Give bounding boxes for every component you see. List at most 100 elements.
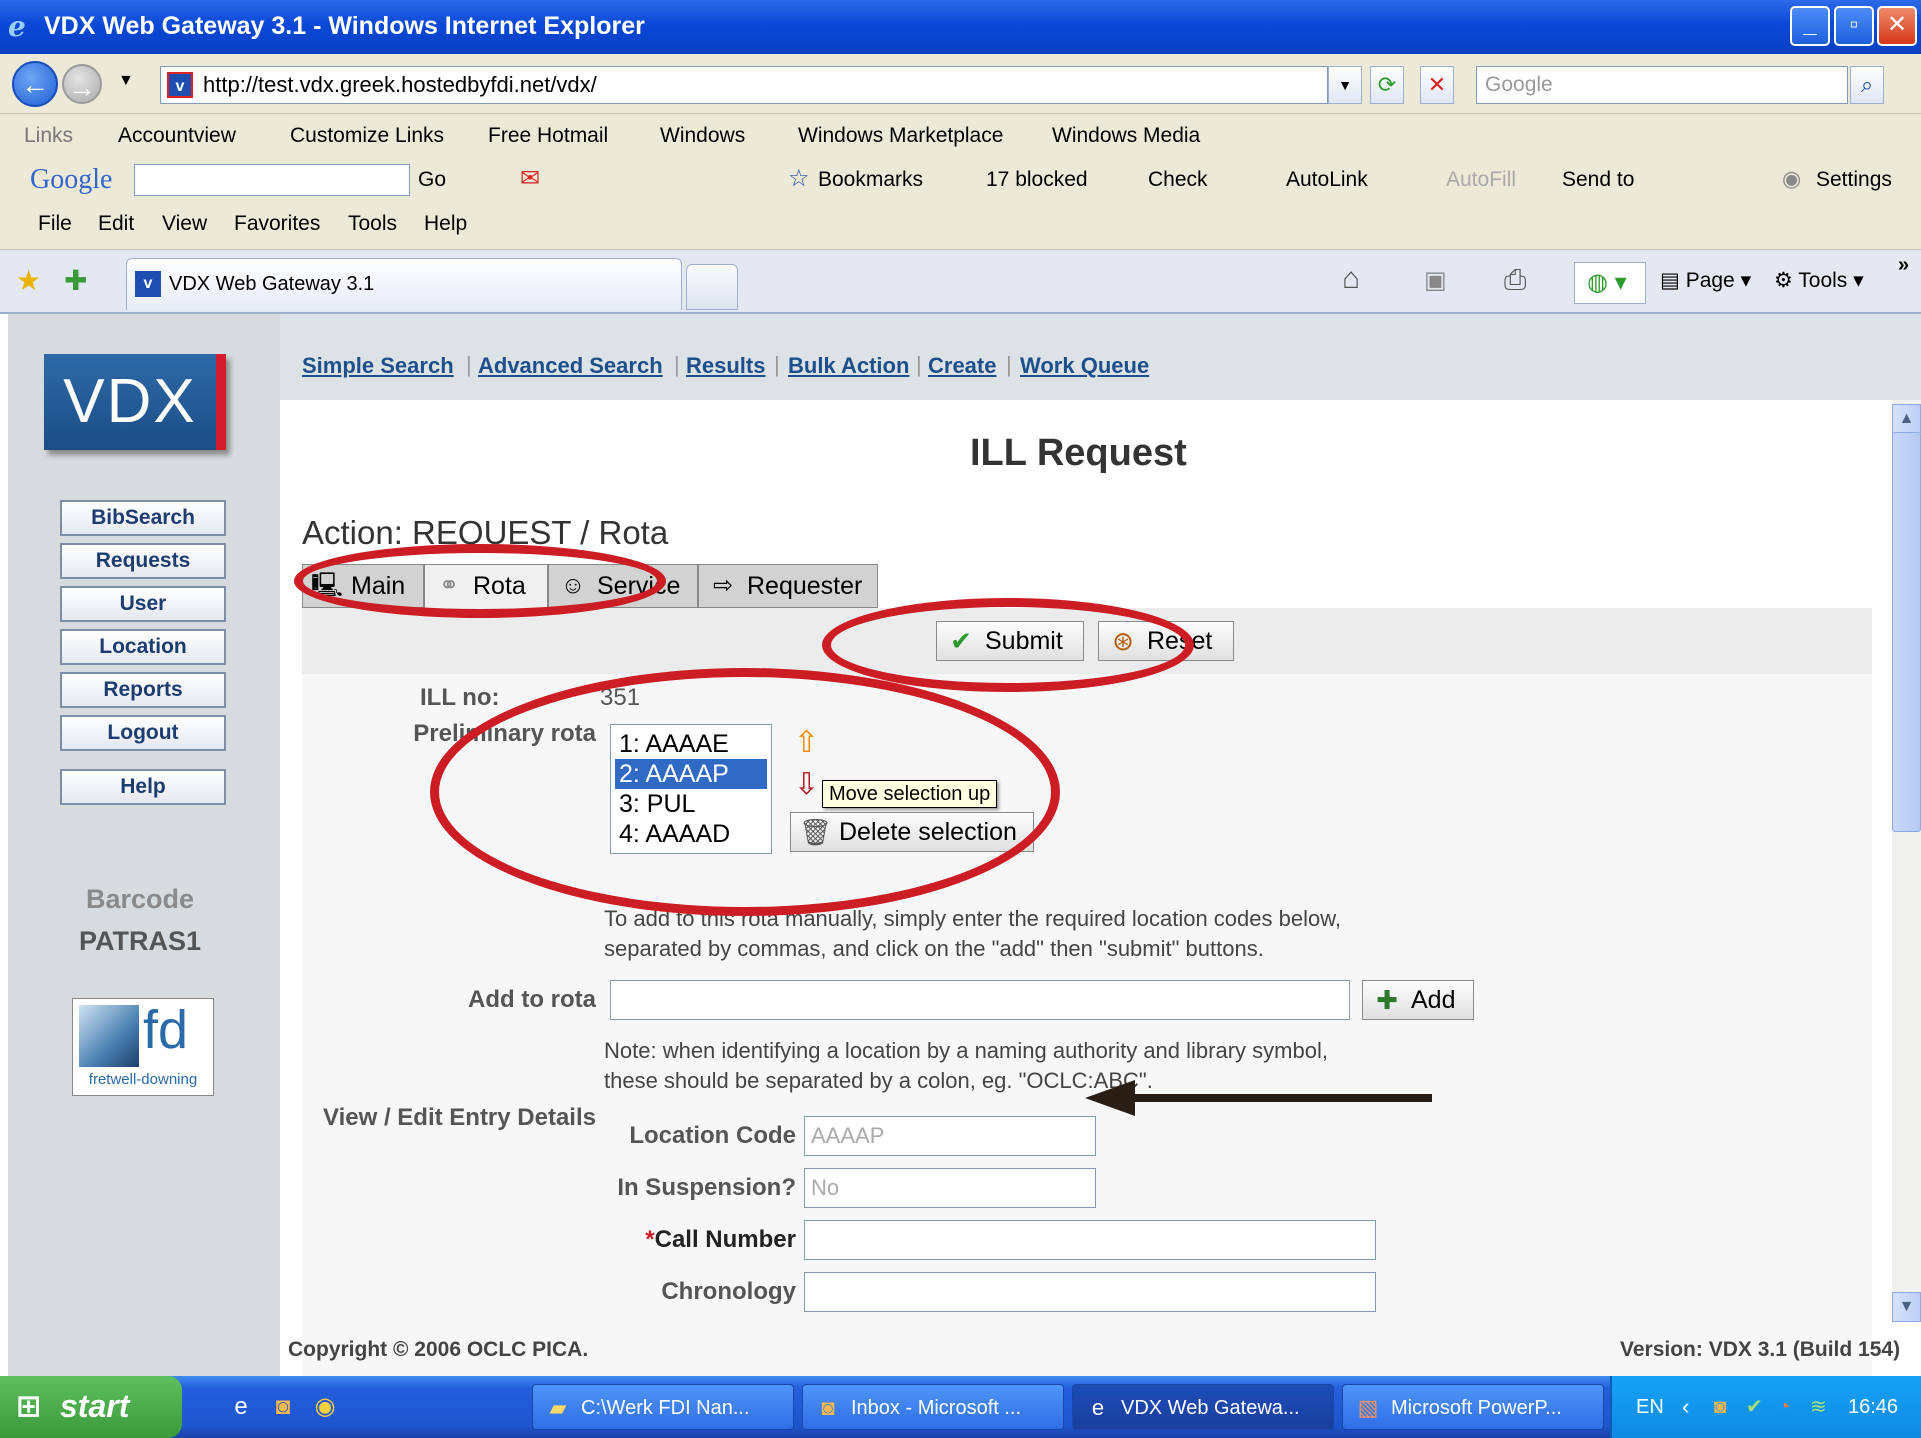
gmail-icon[interactable]: ✉ — [520, 164, 540, 193]
start-button[interactable]: ⊞ start — [0, 1376, 182, 1438]
menu-favorites[interactable]: Favorites — [234, 212, 320, 236]
refresh-button[interactable]: ⟳ — [1370, 66, 1404, 104]
chevron-more-icon[interactable]: » — [1898, 254, 1909, 277]
send-to[interactable]: Send to — [1562, 168, 1634, 192]
tab-requester[interactable]: ⇨ Requester — [698, 564, 878, 608]
version: Version: VDX 3.1 (Build 154) — [1620, 1338, 1901, 1361]
tray-security-icon[interactable]: ✔ — [1746, 1376, 1763, 1438]
tray-outlook-icon[interactable]: ◙ — [1714, 1376, 1726, 1438]
task-inbox[interactable]: ◙ Inbox - Microsoft ... — [802, 1384, 1064, 1430]
nav-results[interactable]: Results — [686, 353, 765, 379]
help-button[interactable]: Help — [60, 769, 226, 805]
autofill[interactable]: AutoFill — [1446, 168, 1516, 192]
google-bookmarks[interactable]: Bookmarks — [818, 168, 923, 192]
back-button[interactable]: ← — [12, 61, 58, 107]
spell-check[interactable]: Check — [1148, 168, 1208, 192]
scroll-up-arrow-icon[interactable]: ▲ — [1892, 404, 1921, 434]
call-number-input[interactable] — [804, 1220, 1376, 1260]
tray-expand-icon[interactable]: ‹ — [1682, 1376, 1689, 1438]
task-powerpoint[interactable]: ▧ Microsoft PowerP... — [1342, 1384, 1604, 1430]
language-indicator[interactable]: EN — [1636, 1376, 1664, 1438]
page-menu[interactable]: ▤ Page ▾ — [1660, 268, 1751, 293]
nav-advanced-search[interactable]: Advanced Search — [478, 353, 663, 379]
logout-button[interactable]: Logout — [60, 715, 226, 751]
outlook-quicklaunch-icon[interactable]: ◙ — [268, 1392, 298, 1422]
forward-button[interactable]: → — [62, 64, 102, 104]
location-code-field[interactable]: AAAAP — [804, 1116, 1096, 1156]
clock[interactable]: 16:46 — [1848, 1376, 1898, 1438]
maximize-button[interactable]: ▫ — [1834, 6, 1874, 46]
menu-edit[interactable]: Edit — [98, 212, 134, 236]
menu-view[interactable]: View — [162, 212, 207, 236]
settings-gear-icon: ◉ — [1782, 166, 1802, 191]
star-bookmark-icon[interactable]: ☆ — [788, 164, 810, 193]
link-accountview[interactable]: Accountview — [118, 124, 236, 148]
scroll-down-arrow-icon[interactable]: ▼ — [1892, 1292, 1921, 1322]
link-windows-marketplace[interactable]: Windows Marketplace — [798, 124, 1003, 148]
window-title-bar[interactable]: e VDX Web Gateway 3.1 - Windows Internet… — [0, 0, 1921, 54]
add-favorite-icon[interactable]: ✚ — [64, 264, 87, 297]
nav-work-queue[interactable]: Work Queue — [1020, 353, 1149, 379]
task-vdx[interactable]: e VDX Web Gatewa... — [1072, 1384, 1334, 1430]
menu-tools[interactable]: Tools — [348, 212, 397, 236]
page-content: VDX BibSearch Requests User Location Rep… — [0, 314, 1921, 1376]
bibsearch-button[interactable]: BibSearch — [60, 500, 226, 536]
annotation-ring-rota — [430, 668, 1060, 916]
media-quicklaunch-icon[interactable]: ◉ — [310, 1392, 340, 1422]
url-field[interactable]: v http://test.vdx.greek.hostedbyfdi.net/… — [160, 66, 1328, 104]
research-icon[interactable]: ◍ ▾ — [1574, 262, 1646, 304]
nav-separator: | — [466, 352, 472, 377]
history-dropdown-icon[interactable]: ▼ — [118, 72, 134, 90]
requester-door-icon: ⇨ — [712, 572, 734, 599]
search-icon[interactable]: ⌕ — [1850, 66, 1884, 104]
feeds-icon[interactable]: ▣ — [1424, 266, 1447, 295]
link-free-hotmail[interactable]: Free Hotmail — [488, 124, 608, 148]
google-search-input[interactable] — [134, 164, 410, 196]
menu-help[interactable]: Help — [424, 212, 467, 236]
nav-create[interactable]: Create — [928, 353, 996, 379]
requests-button[interactable]: Requests — [60, 543, 226, 579]
minimize-button[interactable]: _ — [1790, 6, 1830, 46]
add-button[interactable]: ✚ Add — [1362, 980, 1474, 1020]
url-dropdown-button[interactable]: ▼ — [1328, 66, 1362, 104]
location-button[interactable]: Location — [60, 629, 226, 665]
nav-simple-search[interactable]: Simple Search — [302, 353, 454, 379]
link-windows-media[interactable]: Windows Media — [1052, 124, 1200, 148]
nav-bulk-action[interactable]: Bulk Action — [788, 353, 909, 379]
tray-wifi-icon[interactable]: ≋ — [1810, 1376, 1827, 1438]
home-icon[interactable]: ⌂ — [1342, 262, 1360, 296]
close-window-button[interactable]: ✕ — [1877, 6, 1917, 46]
annotation-ring-tabs — [294, 544, 666, 618]
scrollbar-thumb[interactable] — [1892, 432, 1921, 832]
popup-blocked[interactable]: 17 blocked — [986, 168, 1088, 192]
annotation-arrowhead-icon — [1085, 1080, 1135, 1116]
in-suspension-field[interactable]: No — [804, 1168, 1096, 1208]
autolink[interactable]: AutoLink — [1286, 168, 1368, 192]
browser-tab-vdx[interactable]: v VDX Web Gateway 3.1 — [126, 258, 682, 310]
add-to-rota-input[interactable] — [610, 980, 1350, 1020]
ie-quicklaunch-icon[interactable]: e — [226, 1392, 256, 1422]
stop-button[interactable]: ✕ — [1420, 66, 1454, 104]
chronology-input[interactable] — [804, 1272, 1376, 1312]
menu-file[interactable]: File — [38, 212, 72, 236]
search-input[interactable]: Google — [1476, 66, 1848, 104]
reports-button[interactable]: Reports — [60, 672, 226, 708]
user-button[interactable]: User — [60, 586, 226, 622]
google-go-button[interactable]: Go — [418, 168, 446, 192]
tray-app-icon[interactable]: ◔ — [1778, 1376, 1790, 1438]
ie-logo-icon: e — [8, 10, 26, 43]
tools-menu[interactable]: ⚙ Tools ▾ — [1774, 268, 1864, 293]
google-settings[interactable]: Settings — [1816, 168, 1892, 192]
required-marker: * — [645, 1226, 655, 1253]
system-tray: EN ‹ ◙ ✔ ◔ ≋ 16:46 — [1610, 1376, 1921, 1438]
new-tab-button[interactable] — [686, 264, 738, 310]
link-customize-links[interactable]: Customize Links — [290, 124, 444, 148]
browser-tab-title: VDX Web Gateway 3.1 — [169, 273, 375, 295]
taskbar: ⊞ start e ◙ ◉ ▰ C:\Werk FDI Nan... ◙ Inb… — [0, 1376, 1921, 1438]
page-menu-label: Page — [1685, 269, 1735, 292]
task-folder[interactable]: ▰ C:\Werk FDI Nan... — [532, 1384, 794, 1430]
print-icon[interactable]: ⎙ — [1504, 264, 1526, 297]
favorites-star-icon[interactable]: ★ — [16, 264, 41, 297]
link-windows[interactable]: Windows — [660, 124, 745, 148]
nav-separator: | — [1006, 352, 1012, 377]
